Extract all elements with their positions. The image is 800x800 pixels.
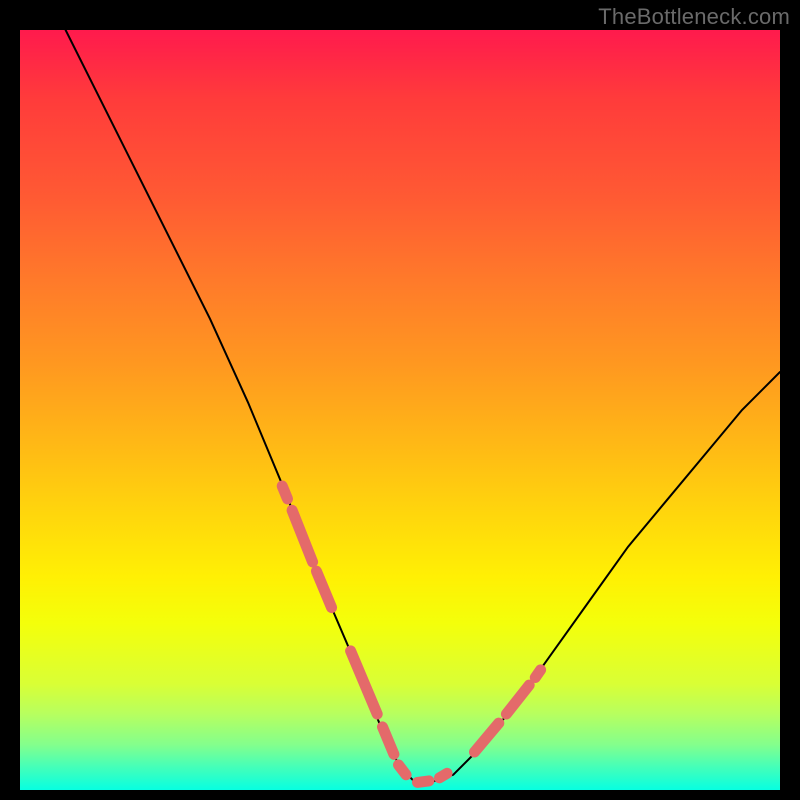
highlight-dash [316, 571, 331, 608]
highlight-dash [475, 723, 499, 752]
highlight-dash [351, 651, 378, 714]
highlight-dash [506, 685, 529, 714]
highlight-dash [399, 765, 407, 775]
highlight-segments [282, 486, 540, 782]
highlight-dash [383, 727, 394, 754]
canvas: TheBottleneck.com [0, 0, 800, 800]
highlight-dash [292, 510, 313, 562]
plot-area [20, 30, 780, 790]
highlight-dash [418, 781, 429, 783]
chart-svg [20, 30, 780, 790]
highlight-dash [535, 670, 540, 678]
bottleneck-curve [66, 30, 780, 782]
watermark-text: TheBottleneck.com [598, 4, 790, 30]
highlight-dash [282, 486, 287, 499]
highlight-dash [440, 773, 448, 778]
